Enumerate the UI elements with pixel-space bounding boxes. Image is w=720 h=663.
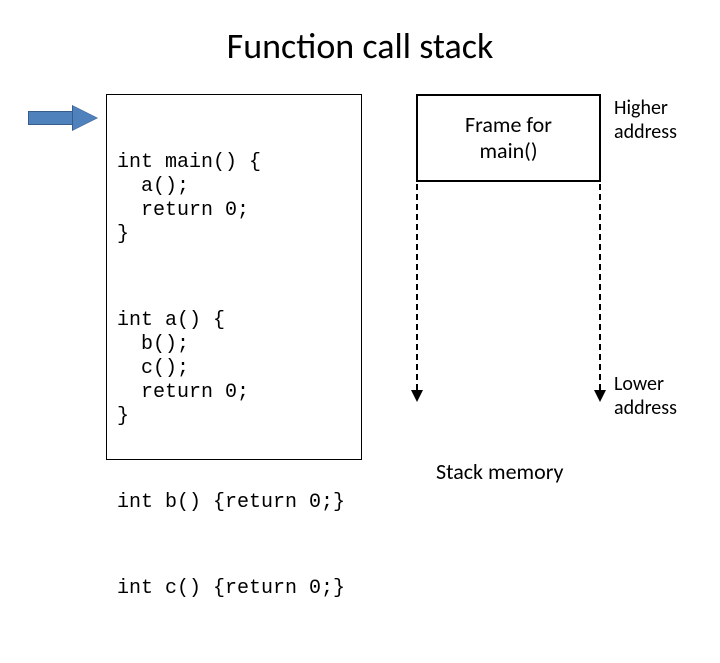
code-fn-c: int c() {return 0;} <box>117 577 351 601</box>
code-listing: int main() { a(); return 0; } int a() { … <box>106 94 362 460</box>
label-lower-address: Lower address <box>614 372 704 420</box>
stack-frame-label: Frame for main() <box>465 112 552 164</box>
slide-title: Function call stack <box>0 24 720 68</box>
code-fn-main: int main() { a(); return 0; } <box>117 151 351 247</box>
slide: Function call stack int main() { a(); re… <box>0 0 720 540</box>
stack-frame-main: Frame for main() <box>416 94 601 182</box>
stack-memory-caption: Stack memory <box>436 458 563 485</box>
code-fn-a: int a() { b(); c(); return 0; } <box>117 309 351 429</box>
code-fn-b: int b() {return 0;} <box>117 491 351 515</box>
current-line-arrow <box>28 106 98 130</box>
label-higher-address: Higher address <box>614 96 704 144</box>
